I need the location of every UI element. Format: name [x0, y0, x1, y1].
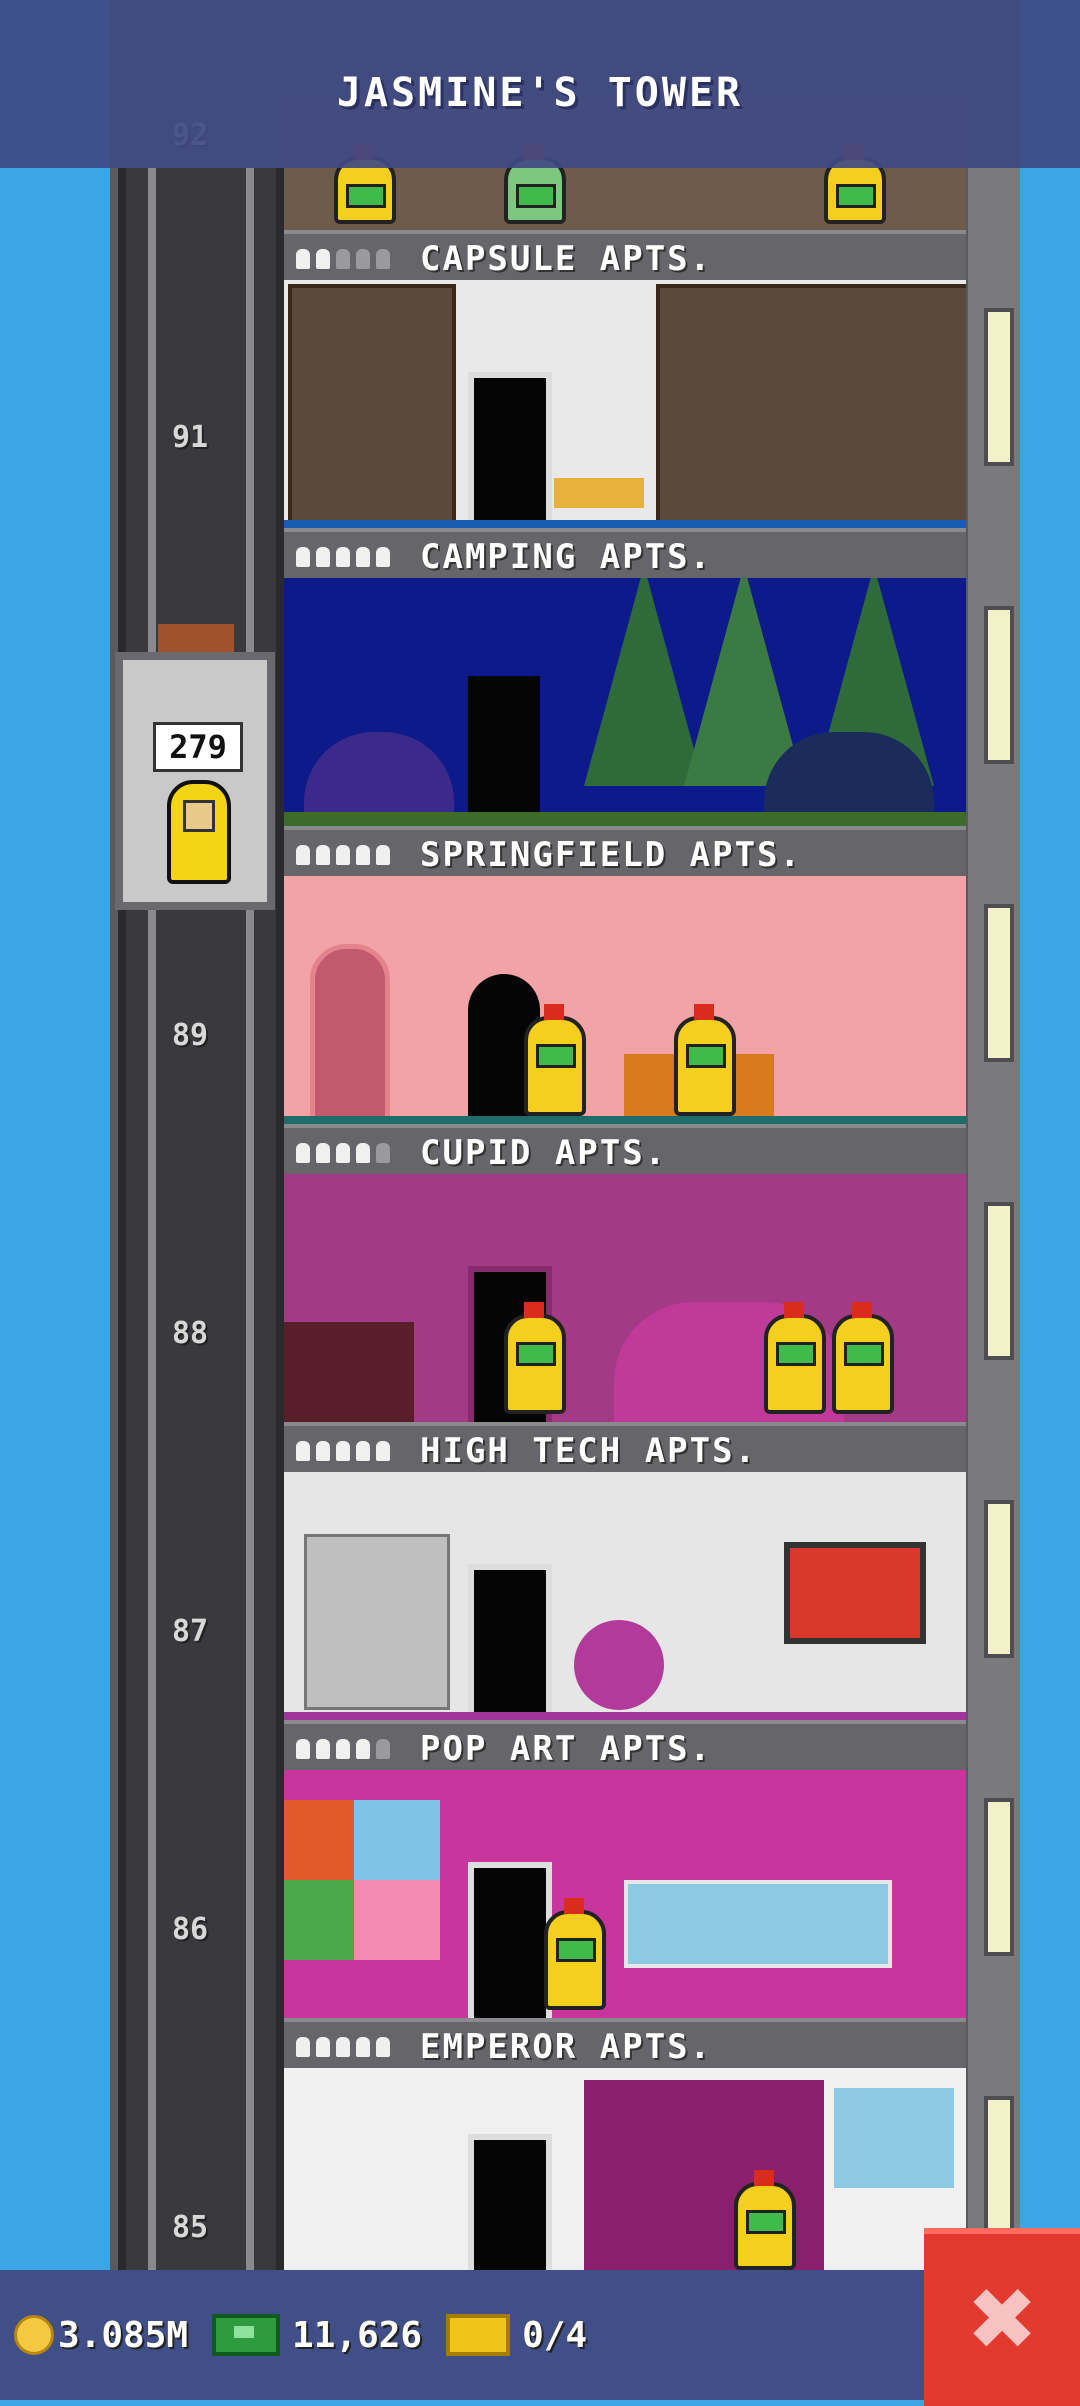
window-light: [984, 1798, 1014, 1956]
tickets-stat[interactable]: 0/4: [422, 2314, 587, 2356]
window-light: [984, 1500, 1014, 1658]
window-light: [984, 606, 1014, 764]
floor-number: 88: [171, 1316, 209, 1351]
star-rating: [296, 547, 390, 567]
tower-title-bar: JASMINE'S TOWER: [0, 0, 1080, 168]
bitizen[interactable]: [674, 1004, 736, 1116]
apartment-door[interactable]: [468, 1564, 552, 1720]
apartment-door[interactable]: [468, 1862, 552, 2018]
coins-stat[interactable]: 3.085M: [0, 2315, 188, 2356]
floor-header: CAMPING APTS.: [284, 528, 966, 582]
bux-value: 11,626: [292, 2314, 423, 2356]
floor-number: 87: [171, 1614, 209, 1649]
floor-name: CAMPING APTS.: [420, 537, 713, 577]
floor-cupid-apts[interactable]: CUPID APTS.: [284, 1124, 966, 1422]
floor-number: 89: [171, 1018, 209, 1053]
floor-camping-apts[interactable]: CAMPING APTS.: [284, 528, 966, 826]
floor-room: [284, 1472, 966, 1720]
bitizen[interactable]: [734, 2170, 796, 2270]
elevator-cap: [158, 624, 234, 652]
floor-room: [284, 876, 966, 1124]
star-rating: [296, 1441, 390, 1461]
floor-capsule-apts[interactable]: CAPSULE APTS.: [284, 230, 966, 528]
floor-header: CUPID APTS.: [284, 1124, 966, 1178]
apartment-door[interactable]: [468, 676, 540, 826]
apartment-door[interactable]: [468, 372, 552, 528]
floor-room: [284, 1174, 966, 1422]
elevator-shaft[interactable]: [118, 168, 284, 2270]
bitizen[interactable]: [544, 1898, 606, 2010]
floor-pop-art-apts[interactable]: POP ART APTS.: [284, 1720, 966, 2018]
shaft-rail-right: [246, 168, 254, 2270]
tower-title: JASMINE'S TOWER: [336, 70, 744, 116]
floor-room: [284, 2068, 966, 2270]
floor-header: SPRINGFIELD APTS.: [284, 826, 966, 880]
floor-high-tech-apts[interactable]: HIGH TECH APTS.: [284, 1422, 966, 1720]
cash-icon: [212, 2314, 281, 2356]
coins-value: 3.085M: [58, 2314, 189, 2356]
floor-emperor-apts[interactable]: EMPEROR APTS.: [284, 2018, 966, 2270]
bitizen[interactable]: [832, 1302, 894, 1414]
bitizen[interactable]: [764, 1302, 826, 1414]
floor-room: [284, 280, 966, 528]
floor-name: CAPSULE APTS.: [420, 239, 713, 279]
floor-header: EMPEROR APTS.: [284, 2018, 966, 2072]
floor-header: CAPSULE APTS.: [284, 230, 966, 284]
star-rating: [296, 249, 390, 269]
floor-number: 85: [171, 2210, 209, 2245]
floor-name: CUPID APTS.: [420, 1133, 668, 1173]
apartment-door[interactable]: [468, 2134, 552, 2270]
star-rating: [296, 845, 390, 865]
star-rating: [296, 2037, 390, 2057]
floor-name: HIGH TECH APTS.: [420, 1431, 758, 1471]
star-rating: [296, 1739, 390, 1759]
floor-header: POP ART APTS.: [284, 1720, 966, 1774]
close-button[interactable]: ✖: [924, 2228, 1080, 2406]
floor-name: POP ART APTS.: [420, 1729, 713, 1769]
window-light: [984, 904, 1014, 1062]
floor-number: 86: [171, 1912, 209, 1947]
floor-header: HIGH TECH APTS.: [284, 1422, 966, 1476]
floor-name: EMPEROR APTS.: [420, 2027, 713, 2067]
floor-springfield-apts[interactable]: SPRINGFIELD APTS.: [284, 826, 966, 1124]
star-rating: [296, 1143, 390, 1163]
tickets-value: 0/4: [522, 2314, 588, 2356]
bitizen[interactable]: [524, 1004, 586, 1116]
elevator-car[interactable]: 279: [115, 624, 275, 910]
window-light: [984, 308, 1014, 466]
floor-number: 91: [171, 420, 209, 455]
elevator-rider: [167, 780, 231, 884]
bitizen[interactable]: [504, 1302, 566, 1414]
coin-icon: [14, 2315, 54, 2355]
floor-name: SPRINGFIELD APTS.: [420, 835, 802, 875]
bux-stat[interactable]: 11,626: [188, 2314, 422, 2356]
shaft-rail-left: [148, 168, 156, 2270]
close-icon: ✖: [965, 2270, 1039, 2370]
ticket-icon: [446, 2314, 511, 2356]
window-light: [984, 1202, 1014, 1360]
status-bar: 3.085M 11,626 0/4: [0, 2270, 1080, 2400]
floor-room: [284, 578, 966, 826]
floor-room: [284, 1770, 966, 2018]
elevator-counter: 279: [153, 722, 243, 772]
